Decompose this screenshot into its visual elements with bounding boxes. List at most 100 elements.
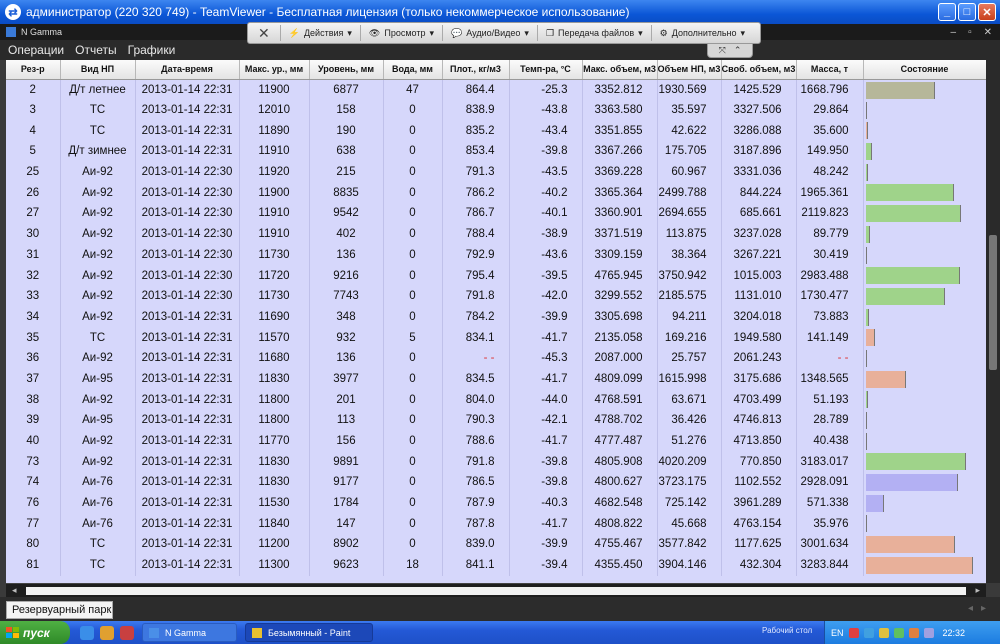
tray-icon[interactable] (848, 627, 859, 638)
language-indicator[interactable]: EN (831, 628, 844, 638)
table-row[interactable]: 2 Д/т летнее 2013-01-14 22:31 11900 6877 47 86… (6, 79, 986, 100)
start-button[interactable]: пуск (0, 621, 70, 644)
actions-menu[interactable]: ⚡ Действия ▾ (281, 28, 360, 39)
cell-date-time: 2013-01-14 22:31 (135, 99, 240, 121)
table-row[interactable]: 81 ТС 2013-01-14 22:31 11300 9623 18 841.1 -39.… (6, 554, 986, 576)
cell-free-volume: 3204.018 (721, 306, 797, 328)
table-row[interactable]: 4 ТС 2013-01-14 22:31 11890 190 0 835.2 -43.4 33… (6, 120, 986, 142)
minimize-button[interactable]: _ (938, 3, 956, 21)
folder-icon[interactable] (100, 625, 114, 640)
app-restore-button[interactable]: ▫ (968, 27, 972, 38)
app-close-button[interactable]: ✕ (984, 27, 992, 38)
column-header[interactable]: Вид НП (60, 60, 136, 80)
table-row[interactable]: 25 Аи-92 2013-01-14 22:30 11920 215 0 791.3 -43… (6, 161, 986, 183)
close-button[interactable]: ✕ (978, 3, 996, 21)
fullscreen-icon[interactable]: ⤧ (719, 45, 726, 56)
menu-item-charts[interactable]: Графики (128, 43, 176, 57)
column-header[interactable]: Уровень, мм (309, 60, 384, 80)
column-header[interactable]: Дата-время (135, 60, 240, 80)
column-header[interactable]: Масса, т (796, 60, 864, 80)
cell-product-type: Аи-92 (60, 451, 136, 473)
cell-max-volume: 3363.580 (582, 99, 658, 121)
cell-mass: 35.600 (796, 120, 864, 142)
cell-mass: 35.976 (796, 513, 864, 535)
table-row[interactable]: 3 ТС 2013-01-14 22:31 12010 158 0 838.9 -43.8 33… (6, 99, 986, 121)
table-row[interactable]: 27 Аи-92 2013-01-14 22:30 11910 9542 0 786.7 -4… (6, 203, 986, 224)
cell-mass: 40.438 (796, 430, 864, 452)
column-header[interactable]: Макс. объем, м3 (582, 60, 658, 80)
toolbar-collapse-tab[interactable]: ⤧ ⌃ (707, 44, 753, 58)
cell-product-volume: 25.757 (657, 347, 722, 369)
view-menu[interactable]: 👁 Просмотр ▾ (361, 28, 442, 39)
cell-density: 784.2 (442, 306, 510, 328)
teamviewer-title-bar: ⇄ администратор (220 320 749) - TeamView… (0, 0, 1000, 24)
chevron-up-icon[interactable]: ⌃ (734, 45, 742, 56)
column-header[interactable]: Макс. ур., мм (239, 60, 310, 80)
file-transfer-menu[interactable]: ❐ Передача файлов ▾ (538, 28, 651, 39)
column-header[interactable]: Темп-ра, °С (509, 60, 583, 80)
horizontal-scrollbar[interactable]: ◂ ▸ (6, 583, 986, 597)
tray-icon[interactable] (893, 627, 904, 638)
cell-density: - - (442, 347, 510, 369)
table-row[interactable]: 30 Аи-92 2013-01-14 22:30 11910 402 0 788.4 -38… (6, 223, 986, 245)
app-minimize-button[interactable]: – (951, 27, 957, 38)
scroll-thumb[interactable] (989, 235, 997, 370)
table-row[interactable]: 33 Аи-92 2013-01-14 22:30 11730 7743 0 791.8 -4… (6, 285, 986, 307)
tray-icon[interactable] (878, 627, 889, 638)
cell-max-volume: 4788.702 (582, 410, 658, 431)
table-row[interactable]: 5 Д/т зимнее 2013-01-14 22:31 11910 638 0 853.… (6, 141, 986, 162)
menu-item-reports[interactable]: Отчеты (75, 43, 116, 57)
cell-mass: 149.950 (796, 141, 864, 162)
desktop-label[interactable]: Рабочий стол (762, 626, 812, 635)
table-row[interactable]: 32 Аи-92 2013-01-14 22:30 11720 9216 0 795.4 -3… (6, 265, 986, 286)
column-header[interactable]: Рез-р (6, 60, 61, 80)
tray-icon[interactable] (863, 627, 874, 638)
table-row[interactable]: 34 Аи-92 2013-01-14 22:31 11690 348 0 784.2 -39… (6, 306, 986, 328)
scroll-track[interactable] (26, 587, 966, 595)
table-row[interactable]: 77 Аи-76 2013-01-14 22:31 11840 147 0 787.8 -41… (6, 513, 986, 535)
table-row[interactable]: 74 Аи-76 2013-01-14 22:31 11830 9177 0 786.5 -3… (6, 472, 986, 493)
cell-product-volume: 1930.569 (657, 79, 722, 100)
extras-menu[interactable]: ⚙ Дополнительно ▾ (652, 28, 753, 39)
column-header[interactable]: Состояние (863, 60, 986, 80)
table-row[interactable]: 36 Аи-92 2013-01-14 22:31 11680 136 0- - -45.3… (6, 347, 986, 369)
table-row[interactable]: 40 Аи-92 2013-01-14 22:31 11770 156 0 788.6 -41… (6, 430, 986, 452)
media-icon[interactable] (120, 625, 134, 640)
ie-icon[interactable] (80, 625, 94, 640)
cell-free-volume: 3175.686 (721, 368, 797, 390)
table-row[interactable]: 31 Аи-92 2013-01-14 22:30 11730 136 0 792.9 -43… (6, 244, 986, 266)
task-paint[interactable]: Безымянный - Paint (245, 623, 373, 642)
task-n-gamma[interactable]: N Gamma (142, 623, 237, 642)
cell-product-type: ТС (60, 554, 136, 576)
table-row[interactable]: 35 ТС 2013-01-14 22:31 11570 932 5 834.1 -41.7 2… (6, 327, 986, 348)
maximize-button[interactable]: □ (958, 3, 976, 21)
table-row[interactable]: 73 Аи-92 2013-01-14 22:31 11830 9891 0 791.8 -3… (6, 451, 986, 473)
table-row[interactable]: 38 Аи-92 2013-01-14 22:31 11800 201 0 804.0 -44… (6, 389, 986, 410)
table-row[interactable]: 80 ТС 2013-01-14 22:31 11200 8902 0 839.0 -39.9… (6, 534, 986, 555)
cell-product-type: Аи-95 (60, 410, 136, 431)
column-header[interactable]: Объем НП, м3 (657, 60, 722, 80)
tray-icon[interactable] (908, 627, 919, 638)
scroll-left-icon[interactable]: ◂ (12, 585, 17, 596)
audio-video-menu[interactable]: 💬 Аудио/Видео ▾ (443, 28, 537, 39)
scroll-right-icon[interactable]: ▸ (975, 585, 980, 596)
tab-nav-arrows-icon[interactable]: ◂▸ (968, 603, 994, 614)
cell-level: 3977 (309, 368, 384, 390)
table-row[interactable]: 37 Аи-95 2013-01-14 22:31 11830 3977 0 834.5 -4… (6, 368, 986, 390)
tray-icon[interactable] (923, 627, 934, 638)
cell-product-type: Аи-92 (60, 389, 136, 410)
app-icon (6, 27, 16, 37)
table-row[interactable]: 39 Аи-95 2013-01-14 22:31 11800 113 0 790.3 -42… (6, 410, 986, 431)
menu-item-operations[interactable]: Операции (8, 43, 64, 57)
vertical-scrollbar[interactable] (986, 60, 1000, 583)
column-header[interactable]: Вода, мм (383, 60, 443, 80)
close-session-icon[interactable]: ✕ (248, 25, 280, 42)
table-row[interactable]: 26 Аи-92 2013-01-14 22:30 11900 8835 0 786.2 -4… (6, 182, 986, 204)
tab-tank-farm[interactable]: Резервуарный парк (6, 601, 113, 619)
fill-level-bar (865, 81, 935, 99)
column-header[interactable]: Плот., кг/м3 (442, 60, 510, 80)
cell-date-time: 2013-01-14 22:31 (135, 347, 240, 369)
column-header[interactable]: Своб. объем, м3 (721, 60, 797, 80)
table-row[interactable]: 76 Аи-76 2013-01-14 22:31 11530 1784 0 787.9 -4… (6, 492, 986, 514)
cell-max-level: 11910 (239, 141, 310, 162)
